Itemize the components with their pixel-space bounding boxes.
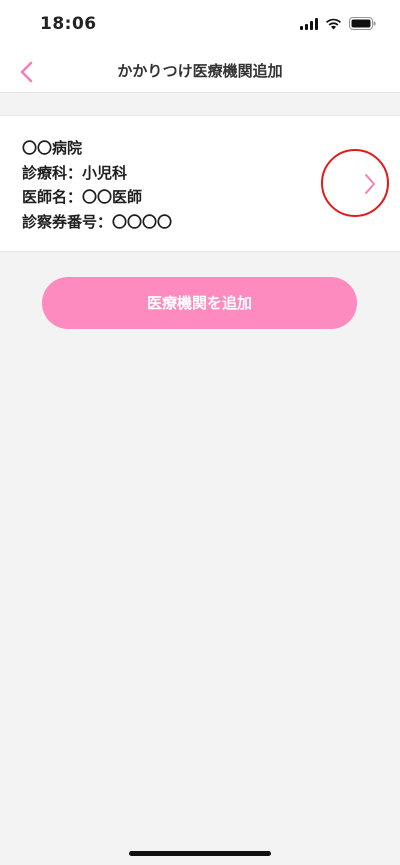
highlight-circle: [321, 149, 389, 217]
hospital-name: 〇〇病院: [22, 139, 83, 157]
page-title: かかりつけ医療機関追加: [117, 62, 283, 80]
hospital-card[interactable]: 〇〇病院 診療科：小児科 医師名：〇〇医師 診察券番号：〇〇〇〇: [0, 115, 400, 252]
doctor-name: 医師名：〇〇医師: [22, 188, 143, 206]
status-bar: 18:06: [0, 0, 400, 52]
wifi-icon: [326, 18, 341, 29]
chevron-left-icon: [20, 61, 33, 83]
add-institution-button[interactable]: 医療機関を追加: [42, 277, 357, 329]
home-indicator: [129, 851, 271, 856]
status-icons: [300, 17, 376, 30]
nav-bar: かかりつけ医療機関追加: [0, 52, 400, 93]
department: 診療科：小児科: [22, 163, 128, 182]
status-time: 18:06: [40, 14, 97, 34]
signal-icon: [300, 17, 318, 30]
chevron-right-icon[interactable]: [363, 173, 377, 195]
hospital-info: 〇〇病院 診療科：小児科 医師名：〇〇医師 診察券番号：〇〇〇〇: [22, 136, 172, 234]
battery-icon: [349, 17, 376, 30]
patient-card-number: 診察券番号：〇〇〇〇: [22, 212, 173, 231]
back-button[interactable]: [8, 52, 44, 92]
